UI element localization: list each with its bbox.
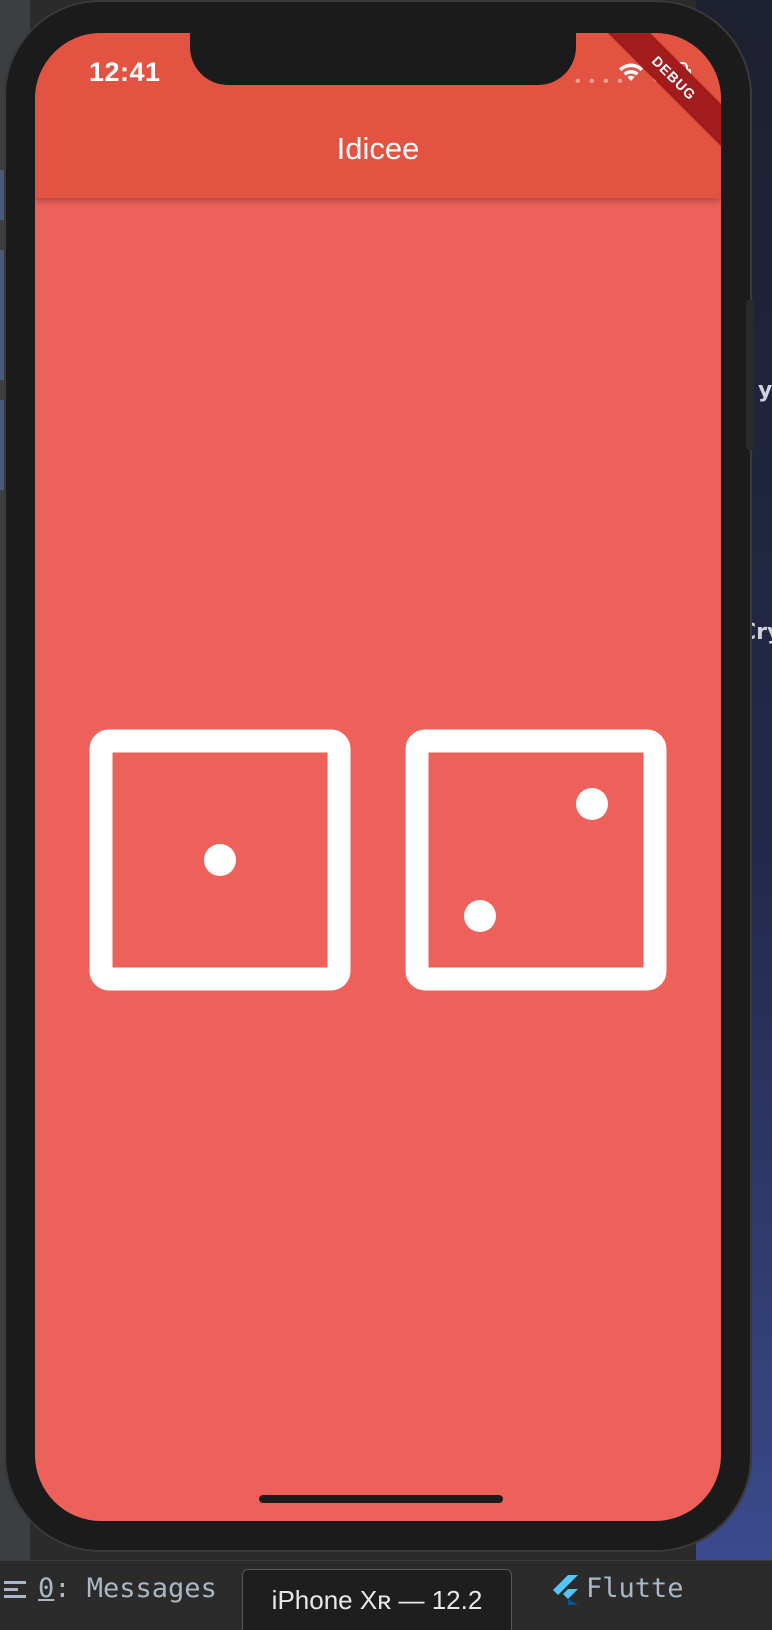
right-die-button[interactable] xyxy=(405,729,667,991)
dice-two-icon xyxy=(405,729,667,991)
iphone-simulator-frame: 12:41 • • • • Idicee DEBUG xyxy=(4,0,754,1552)
flutter-tab-label: Flutte xyxy=(586,1573,684,1604)
app-title: Idicee xyxy=(336,131,420,166)
app-screen: 12:41 • • • • Idicee DEBUG xyxy=(35,33,721,1521)
ide-text-fragment: y xyxy=(758,378,772,403)
messages-icon xyxy=(4,1580,26,1598)
side-button xyxy=(746,300,754,450)
left-die-button[interactable] xyxy=(89,729,351,991)
messages-tab-label: : Messages xyxy=(54,1573,217,1604)
device-tab[interactable]: iPhone Xʀ — 12.2 xyxy=(242,1569,512,1630)
status-time: 12:41 xyxy=(89,57,161,87)
messages-tab[interactable]: 0: Messages xyxy=(4,1573,217,1604)
messages-tab-number: 0 xyxy=(38,1573,55,1604)
flutter-tab[interactable]: Flutte xyxy=(552,1573,684,1605)
dice-row xyxy=(89,729,669,993)
flutter-icon xyxy=(553,1574,578,1605)
ide-bottom-bar: 0: Messages iPhone Xʀ — 12.2 Flutte xyxy=(0,1560,772,1630)
home-indicator[interactable] xyxy=(259,1495,503,1503)
dice-one-icon xyxy=(89,729,351,991)
phone-notch xyxy=(190,33,576,85)
